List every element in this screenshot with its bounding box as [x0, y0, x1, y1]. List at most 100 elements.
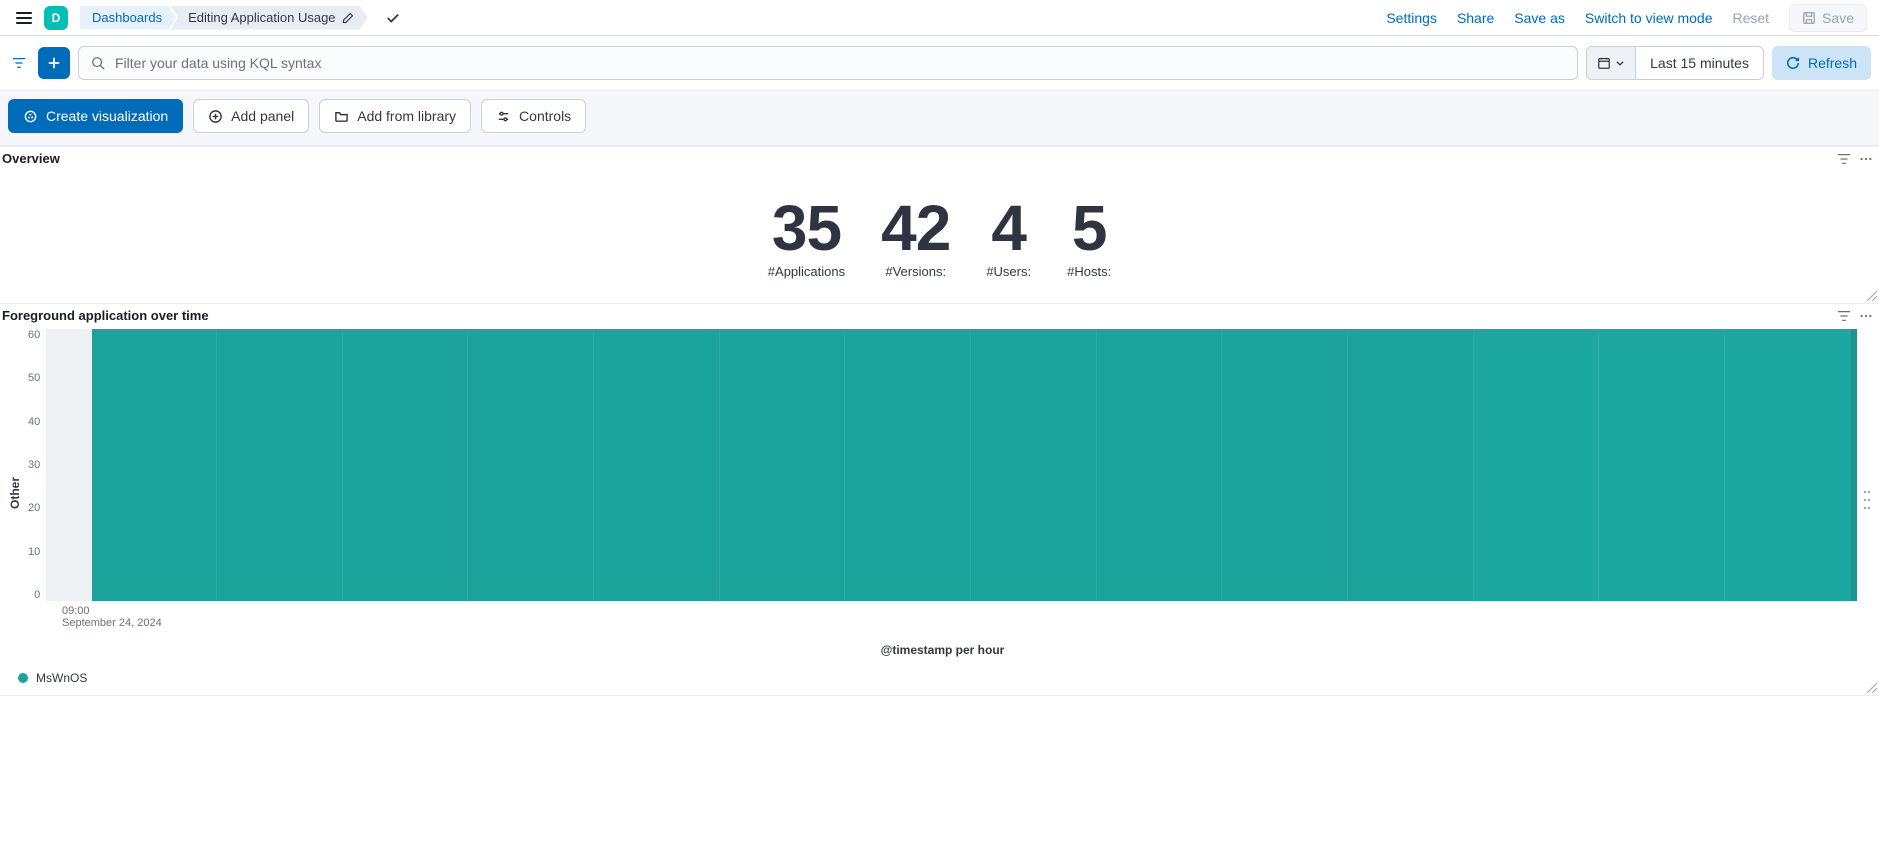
x-axis-title: @timestamp per hour — [28, 643, 1857, 657]
chart-bar[interactable] — [1598, 329, 1724, 601]
chart-bar[interactable] — [970, 329, 1096, 601]
y-axis-title: Other — [8, 477, 22, 509]
overview-panel: Overview 35 #Applications 42 #Versions: 4 #Us… — [0, 146, 1879, 304]
metric-value: 35 — [768, 196, 845, 260]
chart-bar[interactable] — [1850, 329, 1857, 601]
reset-link: Reset — [1733, 10, 1770, 26]
metric: 42 #Versions: — [881, 196, 950, 279]
refresh-button[interactable]: Refresh — [1772, 46, 1871, 80]
chart-legend: MsWnOS — [0, 665, 1879, 695]
search-icon — [91, 56, 105, 70]
metric-label: #Applications — [768, 264, 845, 279]
breadcrumbs: Dashboards Editing Application Usage — [80, 6, 368, 30]
chart-bar[interactable] — [467, 329, 593, 601]
switch-view-link[interactable]: Switch to view mode — [1585, 10, 1713, 26]
overview-panel-header: Overview — [0, 147, 1879, 166]
filter-bar: Last 15 minutes Refresh — [0, 36, 1879, 91]
plus-circle-icon — [208, 109, 223, 124]
metric-label: #Users: — [986, 264, 1031, 279]
nav-menu-icon[interactable] — [12, 6, 36, 30]
y-tick: 60 — [28, 329, 40, 341]
add-from-library-button[interactable]: Add from library — [319, 99, 471, 133]
y-tick: 10 — [28, 546, 40, 558]
chart-bar[interactable] — [844, 329, 970, 601]
save-button: Save — [1789, 4, 1867, 32]
panel-filter-icon[interactable] — [1837, 152, 1851, 166]
panel-filter-icon[interactable] — [1837, 309, 1851, 323]
metric: 5 #Hosts: — [1067, 196, 1111, 279]
y-tick: 20 — [28, 502, 40, 514]
resize-handle-icon[interactable] — [1867, 291, 1877, 301]
y-tick: 40 — [28, 416, 40, 428]
chart-bar[interactable] — [342, 329, 468, 601]
chart-bar[interactable] — [1724, 329, 1850, 601]
chart-plot-area[interactable] — [46, 329, 1857, 601]
app-badge[interactable]: D — [44, 6, 68, 30]
sliders-icon — [496, 109, 511, 124]
time-range-picker[interactable]: Last 15 minutes — [1586, 46, 1764, 80]
add-filter-button[interactable] — [38, 47, 70, 79]
y-axis-ticks: 60 50 40 30 20 10 0 — [28, 329, 46, 601]
folder-icon — [334, 109, 349, 124]
chart-title: Foreground application over time — [2, 308, 209, 323]
header-left: D Dashboards Editing Application Usage — [12, 6, 400, 30]
y-tick: 0 — [34, 589, 40, 601]
panel-drag-handle-icon[interactable] — [1863, 488, 1871, 512]
metric-value: 42 — [881, 196, 950, 260]
dashboard-toolbar: Create visualization Add panel Add from … — [0, 91, 1879, 146]
y-tick: 30 — [28, 459, 40, 471]
chart-bar[interactable] — [1221, 329, 1347, 601]
chart-bar[interactable] — [1347, 329, 1473, 601]
plus-icon — [47, 56, 61, 70]
chart-bar[interactable] — [216, 329, 342, 601]
x-axis-ticks: 09:00 September 24, 2024 — [62, 601, 1857, 629]
metric-value: 5 — [1067, 196, 1111, 260]
check-icon[interactable] — [386, 11, 400, 25]
chart-bar[interactable] — [1473, 329, 1599, 601]
legend-swatch — [18, 673, 28, 683]
metric: 35 #Applications — [768, 196, 845, 279]
time-range-display[interactable]: Last 15 minutes — [1636, 47, 1763, 79]
settings-link[interactable]: Settings — [1386, 10, 1437, 26]
chart-bar[interactable] — [92, 329, 217, 601]
breadcrumb-current[interactable]: Editing Application Usage — [170, 6, 367, 30]
metric-value: 4 — [986, 196, 1031, 260]
foreground-chart-panel: Foreground application over time Other 6… — [0, 304, 1879, 696]
chart-body: Other 60 50 40 30 20 10 0 09:00 September 24, … — [0, 323, 1879, 665]
share-link[interactable]: Share — [1457, 10, 1494, 26]
save-icon — [1802, 11, 1816, 25]
controls-button[interactable]: Controls — [481, 99, 586, 133]
calendar-quick-select[interactable] — [1587, 47, 1636, 79]
x-tick-time: 09:00 — [62, 605, 162, 617]
filter-toggle-button[interactable] — [8, 47, 30, 79]
pencil-icon — [342, 12, 354, 24]
kql-input[interactable] — [115, 55, 1565, 71]
metric-label: #Versions: — [881, 264, 950, 279]
create-visualization-button[interactable]: Create visualization — [8, 99, 183, 133]
add-panel-button[interactable]: Add panel — [193, 99, 309, 133]
x-tick-date: September 24, 2024 — [62, 617, 162, 629]
filter-icon — [12, 56, 26, 70]
save-as-link[interactable]: Save as — [1514, 10, 1565, 26]
chart-bar[interactable] — [593, 329, 719, 601]
chart-bar[interactable] — [719, 329, 845, 601]
metric-label: #Hosts: — [1067, 264, 1111, 279]
app-badge-letter: D — [52, 11, 61, 25]
breadcrumb-root[interactable]: Dashboards — [80, 6, 176, 30]
kql-search[interactable] — [78, 46, 1578, 80]
panel-options-icon[interactable] — [1859, 309, 1873, 323]
header-right: Settings Share Save as Switch to view mo… — [1386, 4, 1867, 32]
chevron-down-icon — [1615, 58, 1625, 68]
legend-label: MsWnOS — [36, 671, 87, 685]
refresh-icon — [1786, 56, 1800, 70]
lens-icon — [23, 109, 38, 124]
metric: 4 #Users: — [986, 196, 1031, 279]
panel-options-icon[interactable] — [1859, 152, 1873, 166]
overview-body: 35 #Applications 42 #Versions: 4 #Users: 5 #Hos… — [0, 166, 1879, 303]
chart-panel-header: Foreground application over time — [0, 304, 1879, 323]
overview-title: Overview — [2, 151, 60, 166]
resize-handle-icon[interactable] — [1867, 683, 1877, 693]
chart-bar[interactable] — [1096, 329, 1222, 601]
y-tick: 50 — [28, 372, 40, 384]
calendar-icon — [1597, 56, 1611, 70]
